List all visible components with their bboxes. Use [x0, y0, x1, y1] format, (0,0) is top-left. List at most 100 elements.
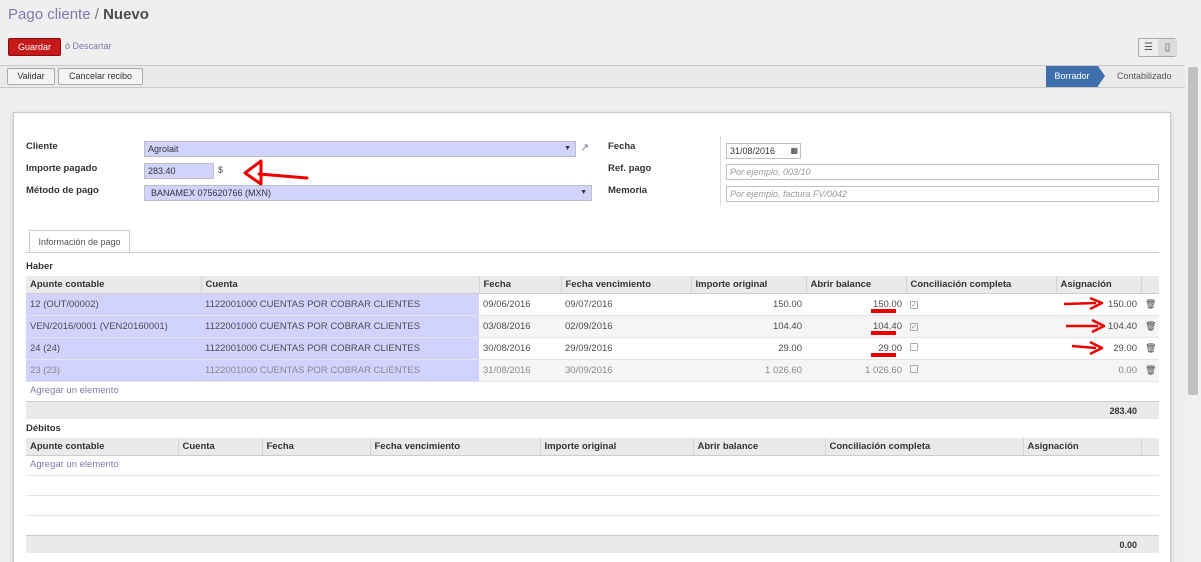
cell-move[interactable]: 24 (24): [26, 337, 201, 360]
col-header-action: [1140, 276, 1159, 294]
cell-move[interactable]: VEN/2016/0001 (VEN20160001): [26, 315, 201, 338]
control-panel: Pago cliente / Nuevo Guardar ó Descartar…: [0, 0, 1201, 65]
debits-add-line-link[interactable]: Agregar un elemento: [30, 459, 119, 470]
payment-method-label: Método de pago: [26, 185, 99, 196]
external-link-icon[interactable]: ↗: [580, 141, 589, 154]
col-header[interactable]: Asignación: [1022, 438, 1141, 456]
breadcrumb-current: Nuevo: [103, 6, 149, 23]
amount-label: Importe pagado: [26, 163, 98, 174]
cell-amount[interactable]: 0.00: [1056, 359, 1141, 382]
discard-group: ó Descartar: [65, 41, 112, 51]
cell-original[interactable]: 104.40: [691, 315, 806, 338]
cell-move[interactable]: 12 (OUT/00002): [26, 293, 201, 316]
cell-due[interactable]: 02/09/2016: [561, 315, 691, 338]
annotation-arrow-icon: [1071, 340, 1104, 356]
payment-ref-input[interactable]: Por ejemplo, 003/10: [726, 164, 1159, 180]
checkbox-unchecked[interactable]: [910, 364, 918, 373]
chevron-down-icon[interactable]: ▼: [564, 142, 571, 156]
payment-ref-label: Ref. pago: [608, 163, 652, 174]
annotation-underline: [871, 353, 896, 357]
cell-due[interactable]: 29/09/2016: [561, 337, 691, 360]
discard-link[interactable]: Descartar: [73, 41, 112, 51]
currency-symbol: $: [218, 165, 224, 175]
cell-account[interactable]: 1122001000 CUENTAS POR COBRAR CLIENTES: [201, 337, 479, 360]
table-row[interactable]: 12 (OUT/00002) 1122001000 CUENTAS POR CO…: [26, 293, 1159, 316]
statusbar: Validar Cancelar recibo Borrador Contabi…: [0, 65, 1185, 88]
stage-arrow: [1098, 66, 1105, 86]
payment-method-field[interactable]: BANAMEX 075620766 (MXN) ▼: [144, 185, 592, 201]
col-header[interactable]: Abrir balance: [805, 276, 906, 294]
credits-header-row: Apunte contable Cuenta Fecha Fecha venci…: [26, 276, 1159, 294]
cell-date[interactable]: 09/06/2016: [479, 293, 561, 316]
table-row[interactable]: 24 (24) 1122001000 CUENTAS POR COBRAR CL…: [26, 337, 1159, 360]
cell-date[interactable]: 03/08/2016: [479, 315, 561, 338]
table-row[interactable]: VEN/2016/0001 (VEN20160001) 1122001000 C…: [26, 315, 1159, 338]
credits-title: Haber: [26, 261, 53, 272]
cell-account[interactable]: 1122001000 CUENTAS POR COBRAR CLIENTES: [201, 293, 479, 316]
cell-account[interactable]: 1122001000 CUENTAS POR COBRAR CLIENTES: [201, 315, 479, 338]
col-header[interactable]: Conciliación completa: [905, 276, 1056, 294]
customer-field[interactable]: Agrolait ▼: [144, 141, 576, 157]
cell-original[interactable]: 29.00: [691, 337, 806, 360]
col-header[interactable]: Fecha vencimiento: [369, 438, 540, 456]
col-header[interactable]: Cuenta: [177, 438, 262, 456]
date-field[interactable]: 31/08/2016 ▦: [726, 143, 801, 159]
annotation-underline: [871, 331, 896, 335]
col-header[interactable]: Fecha: [478, 276, 561, 294]
list-view-icon[interactable]: ☰: [1139, 39, 1158, 56]
col-header[interactable]: Fecha vencimiento: [560, 276, 691, 294]
memo-input[interactable]: Por ejemplo, factura FV/0042: [726, 186, 1159, 202]
cell-full-reconcile[interactable]: ✓: [906, 315, 1056, 338]
stage-posted[interactable]: Contabilizado: [1117, 66, 1177, 87]
trash-icon[interactable]: 🗑: [1145, 299, 1156, 310]
chevron-down-icon[interactable]: ▼: [580, 186, 587, 200]
cell-full-reconcile[interactable]: [906, 337, 1056, 360]
col-header[interactable]: Cuenta: [200, 276, 479, 294]
cell-due[interactable]: 09/07/2016: [561, 293, 691, 316]
col-header[interactable]: Apunte contable: [26, 276, 201, 294]
cell-open[interactable]: 1 026.60: [806, 359, 906, 382]
customer-value: Agrolait: [148, 144, 179, 154]
annotation-arrow-icon: [243, 159, 309, 186]
cell-account[interactable]: 1122001000 CUENTAS POR COBRAR CLIENTES: [201, 359, 479, 382]
col-header[interactable]: Importe original: [690, 276, 806, 294]
cell-due[interactable]: 30/09/2016: [561, 359, 691, 382]
table-row[interactable]: 23 (23) 1122001000 CUENTAS POR COBRAR CL…: [26, 359, 1159, 382]
annotation-arrow-icon: [1063, 296, 1104, 311]
checkbox-checked[interactable]: ✓: [910, 300, 918, 309]
col-header[interactable]: Abrir balance: [692, 438, 825, 456]
validate-button[interactable]: Validar: [7, 68, 55, 85]
empty-row-line: [26, 475, 1159, 476]
payment-method-value: BANAMEX 075620766 (MXN): [151, 188, 272, 198]
form-view-icon[interactable]: ▯: [1158, 39, 1177, 56]
credits-total: 283.40: [26, 401, 1159, 419]
debits-total: 0.00: [26, 535, 1159, 553]
col-header[interactable]: Conciliación completa: [824, 438, 1023, 456]
save-button[interactable]: Guardar: [8, 38, 61, 56]
cell-full-reconcile[interactable]: [906, 359, 1056, 382]
cell-original[interactable]: 1 026.60: [691, 359, 806, 382]
trash-icon[interactable]: 🗑: [1145, 365, 1156, 376]
amount-field[interactable]: 283.40: [144, 163, 214, 179]
credits-add-line-link[interactable]: Agregar un elemento: [30, 385, 119, 396]
cancel-receipt-button[interactable]: Cancelar recibo: [58, 68, 143, 85]
trash-icon[interactable]: 🗑: [1145, 343, 1156, 354]
col-header[interactable]: Fecha: [261, 438, 370, 456]
breadcrumb-parent[interactable]: Pago cliente: [8, 6, 91, 23]
trash-icon[interactable]: 🗑: [1145, 321, 1156, 332]
calendar-icon[interactable]: ▦: [790, 144, 798, 158]
col-header[interactable]: Asignación: [1055, 276, 1141, 294]
cell-date[interactable]: 30/08/2016: [479, 337, 561, 360]
col-header[interactable]: Importe original: [539, 438, 693, 456]
page-scrollbar[interactable]: [1185, 65, 1201, 562]
cell-original[interactable]: 150.00: [691, 293, 806, 316]
cell-move[interactable]: 23 (23): [26, 359, 201, 382]
checkbox-unchecked[interactable]: [910, 342, 918, 351]
col-header[interactable]: Apunte contable: [26, 438, 178, 456]
checkbox-checked[interactable]: ✓: [910, 322, 918, 331]
empty-row-line: [26, 515, 1159, 516]
cell-date[interactable]: 31/08/2016: [479, 359, 561, 382]
tab-payment-info[interactable]: Información de pago: [29, 230, 130, 252]
cell-full-reconcile[interactable]: ✓: [906, 293, 1056, 316]
scrollbar-thumb[interactable]: [1188, 67, 1198, 395]
